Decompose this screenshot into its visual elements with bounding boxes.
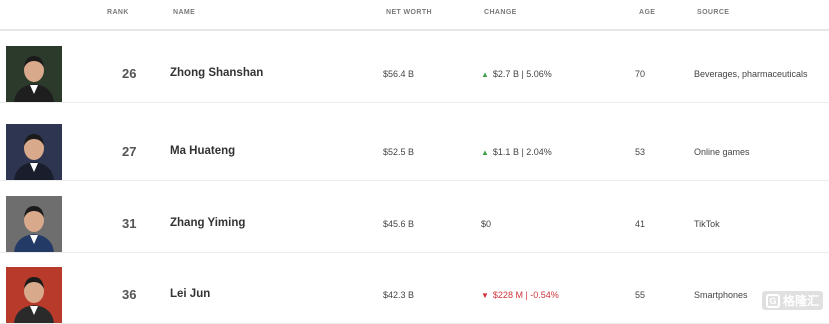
person-photo[interactable] [6,46,62,102]
rank-value: 27 [122,144,137,159]
triangle-up-icon: ▲ [481,70,489,79]
change-value: ▼ $228 M | -0.54% [481,290,559,300]
table-row[interactable]: 27 Ma Huateng $52.5 B ▲ $1.1 B | 2.04% 53 Onli… [0,110,829,181]
net-worth-value: $42.3 B [383,290,415,300]
net-worth-value: $56.4 B [383,69,415,79]
change-text: $2.7 B | 5.06% [492,69,552,79]
person-photo[interactable] [6,267,62,323]
change-text: $1.1 B | 2.04% [492,147,552,157]
source-value: Beverages, pharmaceuticals [694,69,808,79]
change-value: ▲ $1.1 B | 2.04% [481,147,552,157]
column-header-age[interactable]: AGE [639,9,655,16]
rank-value: 31 [122,216,137,231]
change-value: ▲ $2.7 B | 5.06% [481,69,552,79]
person-photo[interactable] [6,196,62,252]
table-row[interactable]: 31 Zhang Yiming $45.6 B $0 41 TikTok [0,182,829,253]
source-value: Online games [694,147,750,157]
age-value: 53 [635,147,646,157]
change-text: $228 M | -0.54% [492,290,559,300]
column-header-source[interactable]: SOURCE [697,9,729,16]
column-header-change[interactable]: CHANGE [484,9,517,16]
table-row[interactable]: 36 Lei Jun $42.3 B ▼ $228 M | -0.54% 55 Smartp… [0,253,829,324]
net-worth-value: $52.5 B [383,147,415,157]
rank-value: 36 [122,287,137,302]
age-value: 41 [635,219,646,229]
age-value: 70 [635,69,646,79]
triangle-down-icon: ▼ [481,291,489,300]
column-header-net-worth[interactable]: NET WORTH [386,9,432,16]
change-value: $0 [481,219,491,229]
table-header: RANK NAME NET WORTH CHANGE AGE SOURCE [0,0,829,31]
watermark-text: 格隆汇 [782,294,819,308]
column-header-rank[interactable]: RANK [107,9,129,16]
age-value: 55 [635,290,646,300]
rank-value: 26 [122,66,137,81]
column-header-name[interactable]: NAME [173,9,195,16]
triangle-up-icon: ▲ [481,148,489,157]
watermark: G 格隆汇 [761,291,823,310]
source-value: Smartphones [694,290,748,300]
net-worth-value: $45.6 B [383,219,415,229]
person-name[interactable]: Ma Huateng [170,145,235,157]
person-name[interactable]: Zhang Yiming [170,217,245,229]
person-photo[interactable] [6,124,62,180]
source-value: TikTok [694,219,720,229]
g-logo-icon: G [765,293,780,308]
table-row[interactable]: 26 Zhong Shanshan $56.4 B ▲ $2.7 B | 5.06% 70… [0,32,829,103]
person-name[interactable]: Zhong Shanshan [170,67,263,79]
person-name[interactable]: Lei Jun [170,288,210,300]
change-text: $0 [481,219,492,229]
